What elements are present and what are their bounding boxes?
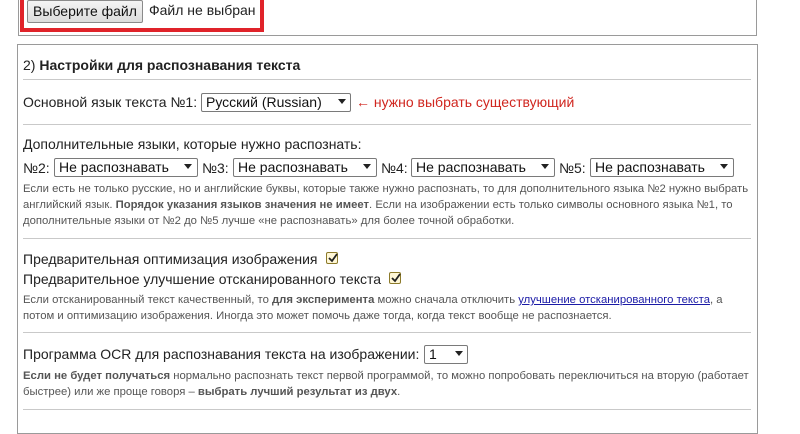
main-language-select[interactable]: Русский (Russian) (201, 93, 351, 112)
language-slot-2-value: Не распознавать (54, 158, 198, 177)
settings-header-title: Настройки для распознавания текста (39, 57, 301, 73)
note-bold-text: Порядок указания языков значения не имее… (115, 199, 370, 211)
file-status-text: Файл не выбран (149, 2, 256, 18)
language-slot-2-label: №2: (23, 160, 50, 176)
checkmark-icon (328, 253, 338, 263)
note-bold-text: выбрать лучший результат из двух (197, 386, 398, 398)
choose-file-button[interactable]: Выберите файл (27, 0, 143, 23)
enhancement-link[interactable]: улучшение отсканированного текста (518, 294, 710, 306)
settings-header-number: 2) (23, 57, 36, 73)
optimization-label: Предварительная оптимизация изображения (23, 251, 318, 267)
language-slot-5-value: Не распознавать (590, 158, 734, 177)
divider (23, 409, 751, 410)
chevron-down-icon (184, 164, 192, 169)
enhancement-note: Если отсканированный текст качественный,… (23, 292, 751, 324)
chevron-down-icon (720, 164, 728, 169)
language-slot-4-label: №4: (381, 160, 408, 176)
language-slot-5-label: №5: (559, 160, 586, 176)
language-slot-3-label: №3: (202, 160, 229, 176)
divider (23, 79, 751, 80)
ocr-program-note: Если не будет получаться нормально распо… (23, 368, 751, 400)
additional-languages-note: Если есть не только русские, но и англий… (23, 181, 751, 229)
checkmark-icon (391, 273, 401, 283)
language-slot-5-select[interactable]: Не распознавать (590, 158, 734, 177)
optimization-checkbox[interactable] (326, 252, 338, 264)
chevron-down-icon (455, 351, 463, 356)
settings-header: 2) Настройки для распознавания текста (23, 57, 300, 73)
enhancement-label: Предварительное улучшение отсканированно… (23, 271, 382, 287)
main-language-hint: ← нужно выбрать существующий (356, 94, 575, 110)
note-text: . (397, 386, 401, 398)
chevron-down-icon (541, 164, 549, 169)
divider (23, 238, 751, 239)
note-bold-text: для эксперимента (272, 294, 375, 306)
note-text: Если отсканированный текст качественный,… (23, 294, 273, 306)
main-language-label: Основной язык текста №1: (23, 94, 198, 110)
language-slot-3-value: Не распознавать (233, 158, 377, 177)
ocr-program-select[interactable]: 1 (424, 345, 468, 364)
note-text: можно сначала отключить (374, 294, 519, 306)
divider (23, 124, 751, 125)
language-slot-4-value: Не распознавать (411, 158, 555, 177)
language-slot-4-select[interactable]: Не распознавать (411, 158, 555, 177)
chevron-down-icon (338, 99, 346, 104)
main-language-value: Русский (Russian) (201, 93, 351, 112)
language-slot-2-select[interactable]: Не распознавать (54, 158, 198, 177)
note-bold-text: Если не будет получаться (23, 370, 171, 382)
chevron-down-icon (363, 164, 371, 169)
ocr-program-label: Программа OCR для распознавания текста н… (23, 346, 420, 362)
divider (23, 332, 751, 333)
language-slot-3-select[interactable]: Не распознавать (233, 158, 377, 177)
additional-languages-label: Дополнительные языки, которые нужно расп… (23, 136, 362, 152)
enhancement-checkbox[interactable] (389, 272, 401, 284)
